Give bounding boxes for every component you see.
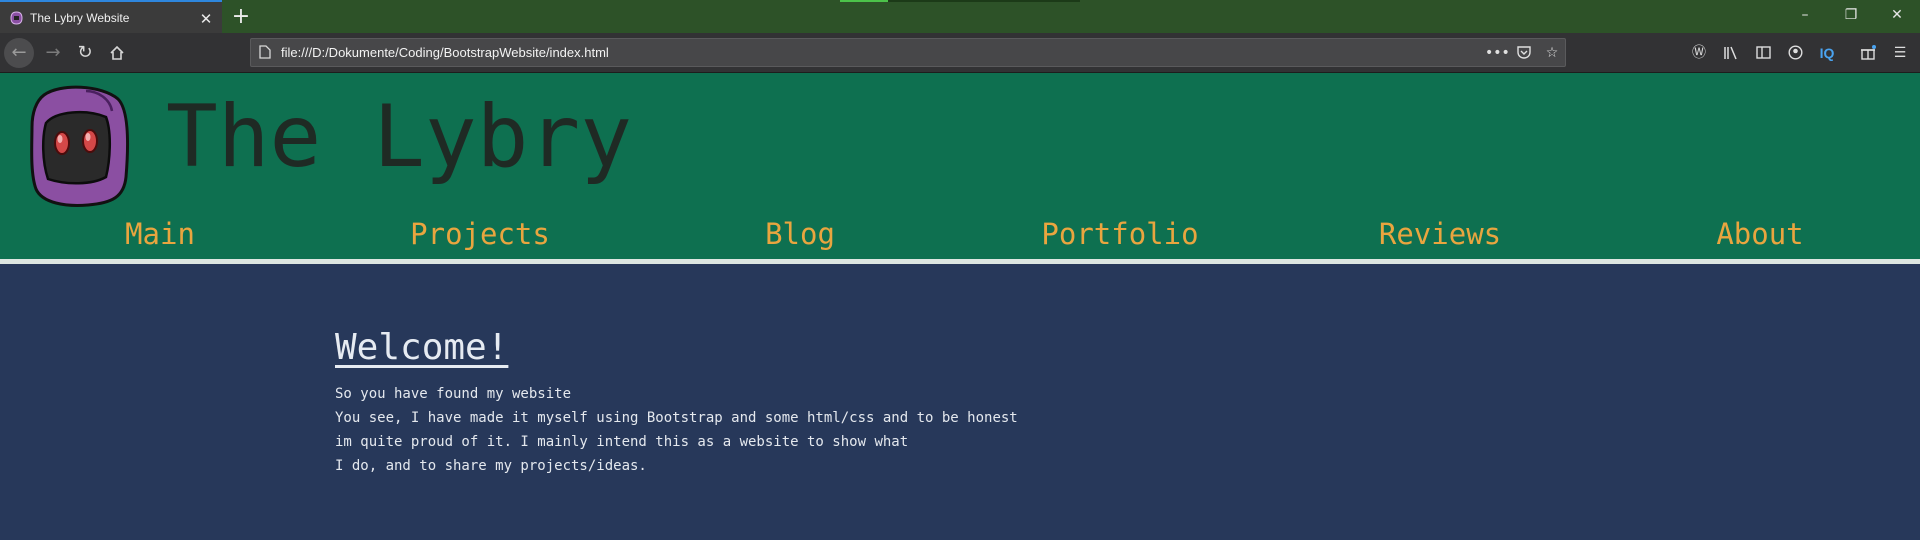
tab-title: The Lybry Website xyxy=(30,11,130,25)
forward-icon[interactable]: → xyxy=(38,38,68,68)
address-bar[interactable]: file:///D:/Dokumente/Coding/BootstrapWeb… xyxy=(250,38,1566,67)
site-header: The Lybry Main Projects Blog Portfolio R… xyxy=(0,73,1920,259)
browser-tab[interactable]: The Lybry Website ✕ xyxy=(0,0,222,33)
home-icon[interactable] xyxy=(102,38,132,68)
intro-line: So you have found my website xyxy=(335,386,572,402)
page-actions-icon[interactable]: ••• xyxy=(1485,42,1510,64)
intro-line: im quite proud of it. I mainly intend th… xyxy=(335,434,909,450)
lybry-favicon-icon xyxy=(10,11,23,25)
site-title: The Lybry xyxy=(166,87,632,187)
tab-strip-divider xyxy=(888,0,1080,2)
bookmark-star-icon[interactable]: ☆ xyxy=(1541,42,1563,64)
nav-link-blog[interactable]: Blog xyxy=(765,215,835,253)
sidebar-icon[interactable] xyxy=(1752,42,1774,64)
iq-extension-icon[interactable]: IQ xyxy=(1816,42,1838,64)
main-content: Welcome! So you have found my website Yo… xyxy=(335,324,1235,478)
library-icon[interactable] xyxy=(1720,42,1742,64)
reload-icon[interactable]: ↻ xyxy=(70,38,100,68)
account-icon[interactable] xyxy=(1784,42,1806,64)
header-divider xyxy=(0,259,1920,264)
tab-strip-indicator xyxy=(840,0,888,2)
intro-line: I do, and to share my projects/ideas. xyxy=(335,458,647,474)
nav-link-projects[interactable]: Projects xyxy=(410,215,550,253)
nav-link-portfolio[interactable]: Portfolio xyxy=(1041,215,1198,253)
lybry-logo xyxy=(30,85,130,207)
menu-icon[interactable]: ☰ xyxy=(1889,42,1911,64)
page-icon xyxy=(259,45,271,59)
intro-paragraph: So you have found my website You see, I … xyxy=(335,382,1235,478)
tab-strip: The Lybry Website ✕ + – ❐ ✕ xyxy=(0,0,1920,33)
nav-link-reviews[interactable]: Reviews xyxy=(1379,215,1501,253)
welcome-heading: Welcome! xyxy=(335,327,509,368)
nav-link-main[interactable]: Main xyxy=(125,215,195,253)
nav-link-about[interactable]: About xyxy=(1716,215,1803,253)
minimize-button[interactable]: – xyxy=(1782,0,1828,33)
restore-button[interactable]: ❐ xyxy=(1828,0,1874,33)
intro-line: You see, I have made it myself using Boo… xyxy=(335,410,1018,426)
extension-icon[interactable]: Ⓦ xyxy=(1688,42,1710,64)
new-tab-button[interactable]: + xyxy=(228,5,254,31)
browser-toolbar: ← → ↻ file:///D:/Dokumente/Coding/Bootst… xyxy=(0,33,1920,73)
pocket-icon[interactable] xyxy=(1513,42,1535,64)
site-nav: Main Projects Blog Portfolio Reviews Abo… xyxy=(0,215,1920,255)
back-icon[interactable]: ← xyxy=(4,38,34,68)
tab-close-icon[interactable]: ✕ xyxy=(196,9,216,29)
close-window-button[interactable]: ✕ xyxy=(1874,0,1920,33)
gift-icon[interactable] xyxy=(1857,42,1879,64)
url-text[interactable]: file:///D:/Dokumente/Coding/BootstrapWeb… xyxy=(281,45,609,60)
